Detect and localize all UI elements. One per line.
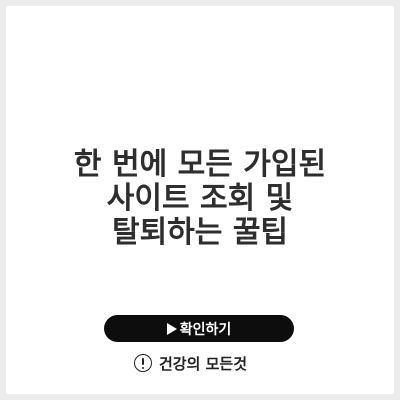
headline-line-3: 탈퇴하는 꿀팁 — [111, 215, 289, 250]
confirm-button[interactable]: 확인하기 — [104, 315, 294, 342]
headline-line-1: 한 번에 모든 가입된 — [73, 147, 327, 182]
brand-name: 건강의 모든것 — [159, 354, 248, 373]
headline-line-2: 사이트 조회 및 — [106, 181, 294, 216]
headline: 한 번에 모든 가입된 사이트 조회 및 탈퇴하는 꿀팁 — [6, 148, 394, 250]
thumbnail-card: 한 번에 모든 가입된 사이트 조회 및 탈퇴하는 꿀팁 확인하기 건강의 모든… — [6, 6, 394, 394]
exclamation-circle-icon — [134, 354, 152, 372]
confirm-button-label: 확인하기 — [179, 321, 232, 338]
play-icon — [166, 322, 177, 335]
brand: 건강의 모든것 — [134, 351, 247, 375]
